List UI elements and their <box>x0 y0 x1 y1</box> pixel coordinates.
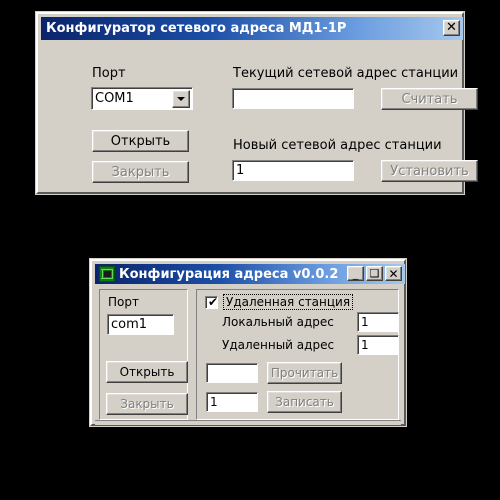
remote-station-checkbox[interactable]: ✔ Удаленная станция <box>205 294 354 310</box>
write-value-input[interactable]: 1 <box>206 392 258 412</box>
window2-titlebar[interactable]: Конфигурация адреса v0.0.2 _ ❑ ✕ <box>95 264 405 284</box>
window2-title: Конфигурация адреса v0.0.2 <box>119 266 339 282</box>
read-address-button[interactable]: Считать <box>381 88 478 110</box>
port-select-value: COM1 <box>95 91 134 106</box>
port-label: Порт <box>108 295 139 309</box>
open-port-button[interactable]: Открыть <box>92 130 189 152</box>
read-value-input[interactable] <box>206 363 258 383</box>
status-bar <box>95 420 401 425</box>
window-address-config[interactable]: Конфигурация адреса v0.0.2 _ ❑ ✕ Порт co… <box>90 259 406 426</box>
current-address-input[interactable] <box>232 88 354 109</box>
read-button[interactable]: Прочитать <box>267 362 342 384</box>
chevron-down-icon[interactable] <box>172 89 190 108</box>
close-icon[interactable]: ✕ <box>385 266 402 281</box>
current-address-label: Текущий сетевой адрес станции <box>233 66 459 81</box>
write-button[interactable]: Записать <box>267 391 342 413</box>
close-port-button[interactable]: Закрыть <box>92 161 189 183</box>
local-address-input[interactable]: 1 <box>357 312 399 332</box>
window1-title: Конфигуратор сетевого адреса МД1-1Р <box>46 21 347 36</box>
port-input[interactable]: com1 <box>107 314 174 335</box>
maximize-icon[interactable]: ❑ <box>366 266 383 281</box>
local-address-label: Локальный адрес <box>222 315 334 329</box>
remote-address-input[interactable]: 1 <box>357 335 399 355</box>
minimize-icon[interactable]: _ <box>347 266 364 281</box>
window1-titlebar[interactable]: Конфигуратор сетевого адреса МД1-1Р ✕ <box>41 17 463 40</box>
close-port-button[interactable]: Закрыть <box>106 393 188 415</box>
new-address-label: Новый сетевой адрес станции <box>233 138 442 153</box>
remote-address-label: Удаленный адрес <box>222 338 335 352</box>
chip-board-icon <box>99 266 115 282</box>
remote-station-label: Удаленная станция <box>223 294 354 310</box>
check-icon: ✔ <box>208 294 219 309</box>
checkbox-box[interactable]: ✔ <box>205 294 219 309</box>
open-port-button[interactable]: Открыть <box>106 361 188 383</box>
new-address-input[interactable]: 1 <box>232 160 354 181</box>
port-label: Порт <box>92 66 126 81</box>
port-select[interactable]: COM1 <box>91 87 193 110</box>
set-address-button[interactable]: Установить <box>381 160 478 182</box>
close-icon[interactable]: ✕ <box>443 20 460 36</box>
window-configurator-md1-1r[interactable]: Конфигуратор сетевого адреса МД1-1Р ✕ По… <box>36 12 478 194</box>
